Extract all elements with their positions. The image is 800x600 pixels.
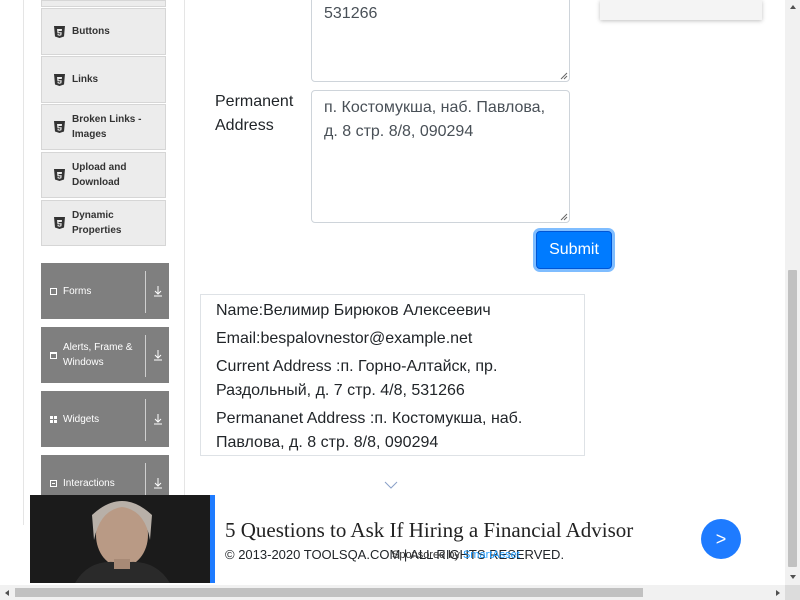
- permanent-address-value: п. Костомукша, наб. Павлова, д. 8 стр. 8…: [324, 99, 546, 140]
- sidebar-group-label: Alerts, Frame & Windows: [63, 342, 133, 368]
- scroll-left-icon[interactable]: [3, 589, 11, 597]
- sidebar: Buttons Links Broken Links - Images Uplo…: [23, 0, 185, 525]
- resize-handle-icon[interactable]: [560, 213, 568, 221]
- sidebar-item-label: Broken Links - Images: [72, 114, 142, 140]
- scroll-up-icon[interactable]: [789, 3, 797, 11]
- sidebar-group-forms[interactable]: Forms: [41, 263, 169, 319]
- current-address-value: 531266: [324, 5, 378, 22]
- permanent-address-field[interactable]: п. Костомукша, наб. Павлова, д. 8 стр. 8…: [311, 90, 570, 223]
- sidebar-item-buttons[interactable]: Buttons: [41, 8, 166, 55]
- ad-thumbnail[interactable]: [600, 0, 762, 20]
- horizontal-scroll-thumb[interactable]: [15, 588, 643, 597]
- expand-down-icon[interactable]: [153, 285, 163, 297]
- sidebar-item-label: Buttons: [72, 26, 110, 37]
- output-box: Name:Велимир Бирюков Алексеевич Email:be…: [200, 294, 585, 456]
- output-current-address: Current Address :п. Горно-Алтайск, пр. Р…: [216, 358, 498, 399]
- portrait-image: [30, 495, 210, 583]
- html5-icon: [54, 25, 65, 38]
- sidebar-group-label: Forms: [63, 285, 92, 297]
- sidebar-item-top[interactable]: [41, 0, 166, 7]
- form-icon: [50, 287, 57, 295]
- sponsor-link[interactable]: SmartAsset: [463, 549, 520, 561]
- scrollbar-corner: [785, 585, 800, 600]
- output-name: Name:Велимир Бирюков Алексеевич: [216, 302, 491, 319]
- html5-icon: [54, 121, 65, 133]
- vertical-scroll-thumb[interactable]: [788, 270, 797, 567]
- sidebar-group-alerts[interactable]: Alerts, Frame & Windows: [41, 327, 169, 383]
- divider: [145, 271, 146, 313]
- sidebar-item-label: Dynamic Properties: [72, 210, 122, 236]
- widgets-icon: [50, 415, 57, 423]
- sidebar-item-dynamic-properties[interactable]: Dynamic Properties: [41, 200, 166, 246]
- sidebar-item-label: Upload and Download: [72, 162, 127, 188]
- expand-down-icon[interactable]: [153, 413, 163, 425]
- window-icon: [50, 351, 57, 359]
- expand-down-icon[interactable]: [153, 477, 163, 489]
- sidebar-group-widgets[interactable]: Widgets: [41, 391, 169, 447]
- html5-icon: [54, 73, 65, 86]
- scroll-right-icon[interactable]: [774, 589, 782, 597]
- output-permanent-address: Permananet Address :п. Костомукша, наб. …: [216, 410, 523, 451]
- html5-icon: [54, 169, 65, 181]
- ad-image[interactable]: [30, 495, 215, 583]
- permanent-address-label: Permanent Address: [215, 93, 294, 134]
- html5-icon: [54, 217, 65, 229]
- ad-next-button[interactable]: >: [701, 519, 741, 559]
- resize-handle-icon[interactable]: [560, 72, 568, 80]
- sidebar-item-links[interactable]: Links: [41, 56, 166, 103]
- current-address-field[interactable]: 531266: [311, 0, 570, 82]
- sidebar-item-label: Links: [72, 74, 99, 85]
- expand-down-icon[interactable]: [153, 349, 163, 361]
- divider: [145, 335, 146, 377]
- sidebar-item-broken-links[interactable]: Broken Links - Images: [41, 104, 166, 150]
- sponsored-text: Sponsored by SmartAsset: [392, 549, 520, 561]
- submit-button[interactable]: Submit: [536, 231, 612, 269]
- chevron-down-icon[interactable]: [384, 480, 398, 490]
- divider: [145, 399, 146, 441]
- sidebar-item-upload-download[interactable]: Upload and Download: [41, 152, 166, 198]
- scroll-down-icon[interactable]: [789, 573, 797, 581]
- ad-title[interactable]: 5 Questions to Ask If Hiring a Financial…: [225, 518, 633, 543]
- sidebar-group-label: Widgets: [63, 413, 100, 425]
- sidebar-group-label: Interactions: [63, 477, 115, 489]
- interactions-icon: [50, 479, 57, 487]
- output-email: Email:bespalovnestor@example.net: [216, 330, 473, 347]
